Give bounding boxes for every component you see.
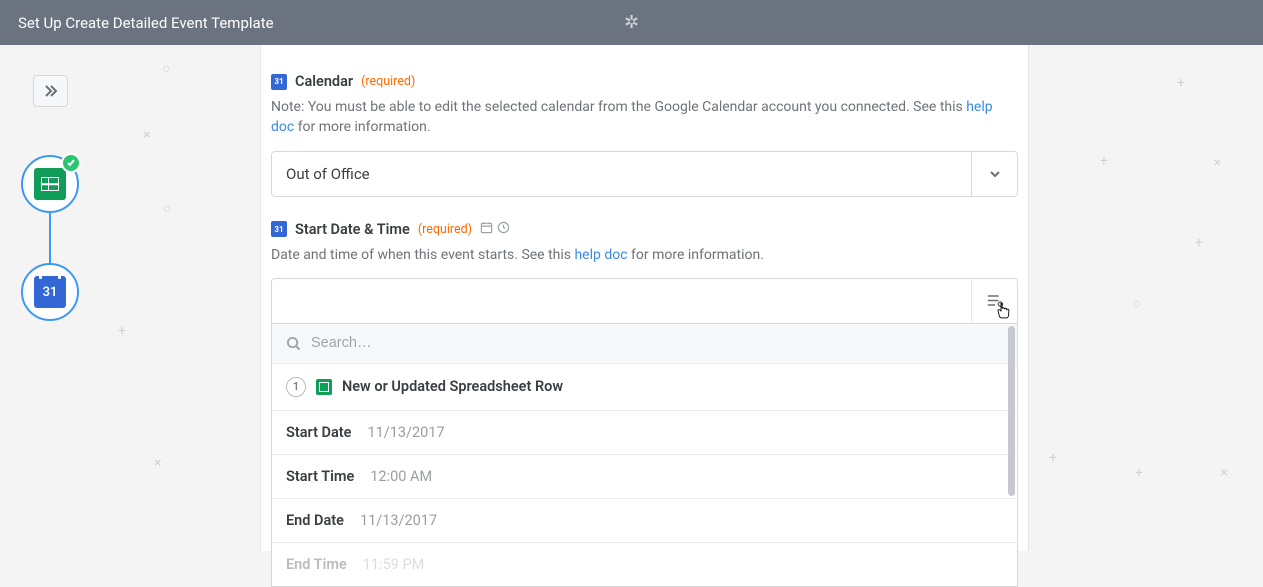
dropdown-search-row — [272, 324, 1017, 364]
canvas-plus-icon: + — [118, 323, 126, 339]
canvas-plus-icon: + — [1049, 450, 1057, 466]
step-node-1[interactable] — [21, 155, 79, 213]
expand-sidebar-button[interactable] — [33, 75, 68, 107]
calendar-select[interactable]: Out of Office — [271, 151, 1018, 197]
step-node-2[interactable]: 31 — [21, 263, 79, 321]
calendar-field-icon: 31 — [271, 74, 287, 90]
start-field-label: Start Date & Time — [295, 221, 410, 238]
google-sheets-icon — [316, 379, 332, 395]
header-bar: Set Up Create Detailed Event Template ✲ — [0, 0, 1263, 45]
loading-spinner-icon: ✲ — [624, 12, 639, 33]
field-calendar: 31 Calendar (required) Note: You must be… — [261, 73, 1028, 221]
insert-data-dropdown: 1 New or Updated Spreadsheet Row Start D… — [271, 324, 1018, 587]
canvas-x-icon: × — [154, 455, 161, 471]
dropdown-option[interactable]: End Date 11/13/2017 — [272, 499, 1017, 543]
source-step-number: 1 — [286, 377, 306, 397]
dropdown-source-header[interactable]: 1 New or Updated Spreadsheet Row — [272, 364, 1017, 411]
scrollbar-thumb[interactable] — [1008, 326, 1015, 496]
canvas-plus-icon: + — [1135, 465, 1143, 481]
canvas-x-icon: × — [143, 127, 150, 143]
canvas-x-icon: × — [1214, 155, 1221, 171]
insert-data-button[interactable] — [971, 279, 1017, 323]
canvas-dot-icon: ○ — [1133, 295, 1141, 312]
page-title: Set Up Create Detailed Event Template — [18, 14, 274, 32]
google-calendar-icon: 31 — [34, 276, 66, 308]
google-sheets-icon — [34, 168, 66, 200]
dropdown-option[interactable]: End Time 11:59 PM — [272, 543, 1017, 586]
calendar-field-label: Calendar — [295, 73, 353, 90]
dropdown-option[interactable]: Start Time 12:00 AM — [272, 455, 1017, 499]
canvas-dot-icon: ○ — [163, 200, 171, 217]
left-rail: 31 — [0, 45, 100, 551]
source-title: New or Updated Spreadsheet Row — [342, 378, 563, 395]
calendar-select-value: Out of Office — [272, 152, 971, 196]
date-hint-icon — [480, 221, 493, 238]
canvas-plus-icon: + — [1195, 235, 1203, 251]
chevron-down-icon[interactable] — [971, 152, 1017, 196]
form-panel: 31 Calendar (required) Note: You must be… — [260, 45, 1029, 551]
canvas-x-icon: × — [1221, 465, 1228, 481]
canvas-plus-icon: + — [1177, 75, 1185, 91]
check-badge-icon — [61, 153, 81, 173]
cursor-pointer-icon — [997, 303, 1011, 323]
dropdown-option[interactable]: Start Date 11/13/2017 — [272, 411, 1017, 455]
required-tag: (required) — [418, 222, 472, 237]
field-start-datetime: 31 Start Date & Time (required) Date and… — [261, 221, 1028, 587]
help-doc-link[interactable]: help doc — [574, 247, 627, 263]
start-help-text: Date and time of when this event starts.… — [271, 245, 1018, 265]
start-datetime-input[interactable] — [271, 278, 1018, 324]
calendar-help-text: Note: You must be able to edit the selec… — [271, 97, 1018, 138]
canvas-plus-icon: + — [1100, 153, 1108, 169]
start-field-icon: 31 — [271, 221, 287, 237]
step-connector — [49, 213, 51, 263]
dropdown-search-input[interactable] — [311, 335, 1003, 351]
required-tag: (required) — [361, 74, 415, 89]
time-hint-icon — [497, 221, 510, 238]
search-icon — [286, 336, 301, 351]
canvas-dot-icon: ○ — [162, 60, 170, 77]
